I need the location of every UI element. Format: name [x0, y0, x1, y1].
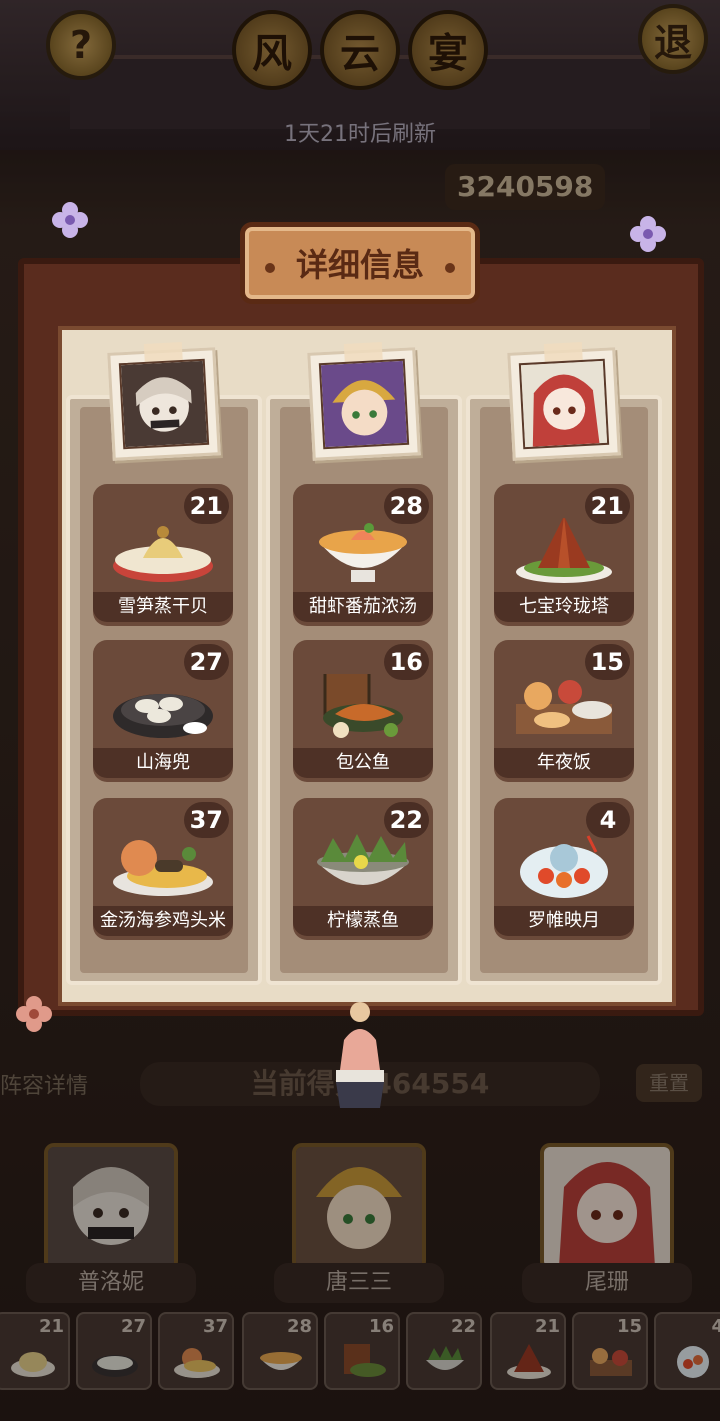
- steamed-scallop-dish-icon: [113, 526, 213, 582]
- dish-name: 雪笋蒸干贝: [93, 592, 233, 622]
- flower-icon: [14, 994, 54, 1034]
- chef-photo-1: [107, 341, 221, 461]
- tape: [143, 341, 183, 362]
- dish-card[interactable]: 21 七宝玲珑塔: [494, 484, 634, 626]
- dish-card[interactable]: 16 包公鱼: [293, 640, 433, 782]
- plaque-rivet-icon: [265, 263, 275, 273]
- new-year-dinner-icon: [516, 680, 612, 734]
- dish-card[interactable]: 28 甜虾番茄浓汤: [293, 484, 433, 626]
- dish-name: 七宝玲珑塔: [494, 592, 634, 622]
- tape: [543, 341, 583, 362]
- chef-portrait-icon: [118, 358, 210, 450]
- dish-name: 山海兜: [93, 748, 233, 778]
- panel-title: 详细信息: [295, 246, 424, 284]
- dish-card[interactable]: 27 山海兜: [93, 640, 233, 782]
- dish-card[interactable]: 4 罗帷映月: [494, 798, 634, 940]
- dish-card[interactable]: 21 雪笋蒸干贝: [93, 484, 233, 626]
- dish-name: 年夜饭: [494, 748, 634, 778]
- dish-card[interactable]: 22 柠檬蒸鱼: [293, 798, 433, 940]
- chef-portrait-icon: [318, 358, 410, 450]
- detail-title-plaque: 详细信息: [240, 222, 480, 304]
- baogong-fish-icon: [323, 674, 403, 738]
- flower-icon: [628, 214, 668, 254]
- dish-name: 罗帷映月: [494, 906, 634, 936]
- dish-card[interactable]: 15 年夜饭: [494, 640, 634, 782]
- dish-name: 包公鱼: [293, 748, 433, 778]
- knot-tassel-icon: [336, 1002, 384, 1108]
- chef-photo-2: [307, 341, 421, 461]
- plaque-rivet-icon: [445, 263, 455, 273]
- chef-portrait-icon: [518, 358, 610, 450]
- chef-photo-3: [507, 341, 621, 461]
- shrimp-tomato-soup-icon: [319, 523, 407, 582]
- sea-cucumber-soup-icon: [113, 840, 213, 896]
- dish-name: 金汤海参鸡头米: [93, 906, 233, 936]
- dish-card[interactable]: 37 金汤海参鸡头米: [93, 798, 233, 940]
- dish-name: 柠檬蒸鱼: [293, 906, 433, 936]
- dumpling-dish-icon: [113, 694, 213, 738]
- pagoda-dish-icon: [516, 518, 612, 583]
- dish-name: 甜虾番茄浓汤: [293, 592, 433, 622]
- tape: [343, 341, 383, 362]
- flower-icon: [50, 200, 90, 240]
- lemon-steamed-fish-icon: [317, 834, 409, 885]
- moonlit-dish-icon: [520, 835, 608, 898]
